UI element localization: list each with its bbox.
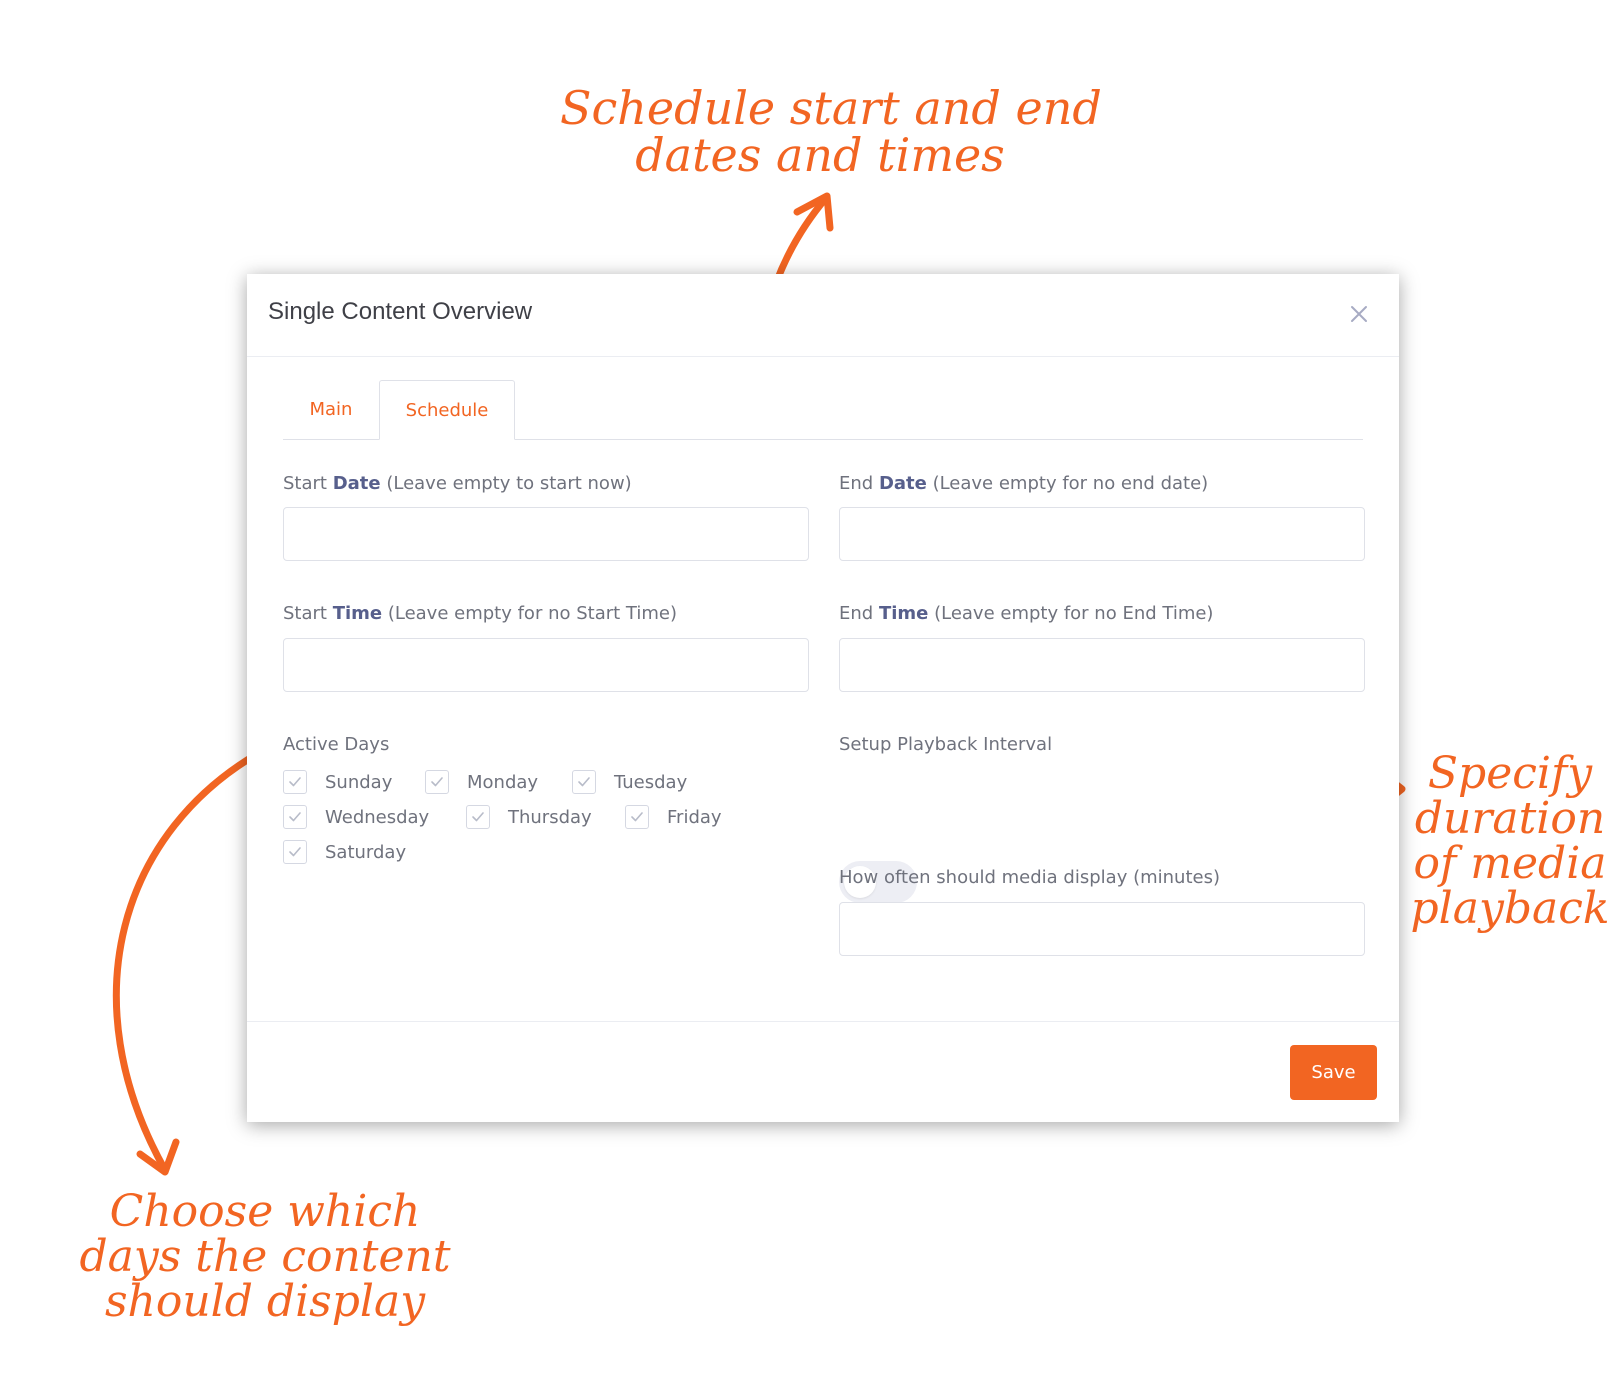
day-checkbox-thursday[interactable]: Thursday	[466, 805, 592, 829]
label-prefix: End	[839, 603, 879, 624]
label-bold: Time	[332, 603, 383, 624]
day-checkbox-sunday[interactable]: Sunday	[283, 770, 392, 794]
day-checkbox-wednesday[interactable]: Wednesday	[283, 805, 429, 829]
check-icon	[431, 777, 443, 787]
day-checkbox-monday[interactable]: Monday	[425, 770, 538, 794]
tab-schedule[interactable]: Schedule	[379, 380, 515, 440]
label-suffix: (Leave empty for no Start Time)	[382, 603, 677, 624]
day-checkbox-tuesday[interactable]: Tuesday	[572, 770, 687, 794]
check-icon	[578, 777, 590, 787]
save-button[interactable]: Save	[1290, 1045, 1377, 1100]
check-icon	[289, 847, 301, 857]
end-time-label: End Time (Leave empty for no End Time)	[839, 603, 1213, 624]
label-prefix: Start	[283, 473, 333, 494]
checkbox[interactable]	[625, 805, 649, 829]
annotation-days: Choose which days the content should dis…	[70, 1186, 460, 1327]
annotation-line: Specify	[1427, 748, 1593, 799]
start-date-label: Start Date (Leave empty to start now)	[283, 473, 632, 494]
checkbox[interactable]	[466, 805, 490, 829]
annotation-duration: Specify duration of media playback	[1405, 748, 1615, 934]
annotation-line: playback	[1410, 882, 1610, 934]
arrow-to-days	[112, 746, 268, 1174]
start-time-input[interactable]	[283, 638, 809, 692]
check-icon	[472, 812, 484, 822]
label-bold: Date	[878, 473, 927, 494]
playback-interval-label: Setup Playback Interval	[839, 734, 1053, 755]
annotation-dates: Schedule start and end dates and times	[560, 81, 1102, 182]
label-suffix: (Leave empty to start now)	[380, 473, 632, 494]
modal-footer: Save	[247, 1022, 1399, 1122]
content-overview-modal: Single Content Overview Main Schedule St…	[247, 274, 1399, 1122]
label-bold: Date	[332, 473, 381, 494]
annotation-line: should display	[104, 1275, 426, 1327]
check-icon	[289, 777, 301, 787]
day-checkbox-saturday[interactable]: Saturday	[283, 840, 406, 864]
checkbox[interactable]	[283, 770, 307, 794]
end-time-input[interactable]	[839, 638, 1365, 692]
annotation-line: days the content	[79, 1230, 451, 1282]
tab-main[interactable]: Main	[283, 380, 379, 439]
checkbox[interactable]	[572, 770, 596, 794]
annotation-line: Schedule start and end	[560, 81, 1102, 135]
tab-bar: Main Schedule	[283, 380, 1363, 440]
checkbox[interactable]	[283, 805, 307, 829]
display-frequency-input[interactable]	[839, 902, 1365, 956]
start-date-input[interactable]	[283, 507, 809, 561]
start-time-label: Start Time (Leave empty for no Start Tim…	[283, 603, 677, 624]
annotation-line: Choose which	[109, 1186, 421, 1237]
active-days-label: Active Days	[283, 734, 390, 755]
day-label: Thursday	[508, 806, 592, 828]
check-icon	[631, 812, 643, 822]
checkbox[interactable]	[283, 840, 307, 864]
end-date-label: End Date (Leave empty for no end date)	[839, 473, 1208, 494]
day-label: Saturday	[325, 841, 407, 863]
end-date-input[interactable]	[839, 507, 1365, 561]
modal-body: Main Schedule Start Date (Leave empty to…	[247, 357, 1399, 1022]
close-button[interactable]	[1341, 296, 1377, 332]
day-label: Friday	[667, 806, 722, 828]
label-bold: Time	[878, 603, 929, 624]
day-label: Sunday	[325, 771, 393, 793]
label-prefix: Start	[283, 603, 333, 624]
arrow-head-days	[136, 1138, 180, 1176]
day-label: Wednesday	[325, 806, 430, 828]
label-prefix: End	[839, 473, 879, 494]
checkbox[interactable]	[425, 770, 449, 794]
annotation-line: of media	[1413, 837, 1607, 889]
modal-header: Single Content Overview	[247, 274, 1399, 357]
arrow-head-dates	[793, 192, 834, 232]
modal-title: Single Content Overview	[268, 298, 533, 325]
day-checkbox-friday[interactable]: Friday	[625, 805, 722, 829]
label-suffix: (Leave empty for no end date)	[926, 473, 1209, 494]
annotation-line: duration	[1414, 792, 1606, 844]
day-label: Monday	[467, 771, 539, 793]
close-icon	[1351, 306, 1367, 322]
check-icon	[289, 812, 301, 822]
annotation-line: dates and times	[635, 127, 1005, 182]
day-label: Tuesday	[614, 771, 688, 793]
display-frequency-label: How often should media display (minutes)	[839, 867, 1220, 888]
label-suffix: (Leave empty for no End Time)	[928, 603, 1214, 624]
